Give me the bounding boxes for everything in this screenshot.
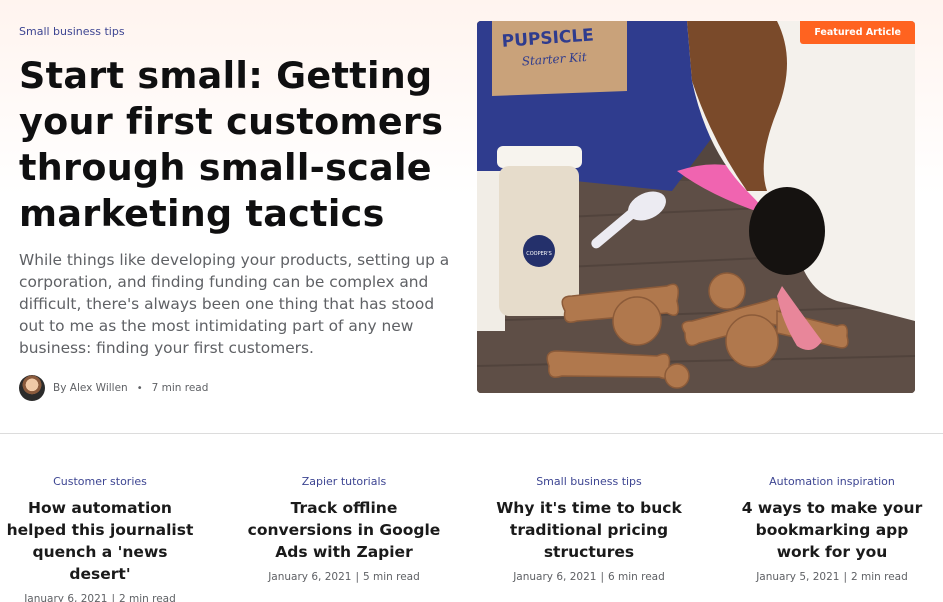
- jar-brand: COOPER'S: [526, 251, 552, 257]
- hero-read-time: 7 min read: [151, 382, 209, 394]
- hero-category-link[interactable]: Small business tips: [19, 25, 125, 38]
- card-meta: January 6, 2021 | 5 min read: [268, 571, 420, 583]
- hero-image[interactable]: PUPSICLE Starter Kit COOPER'S Featured A…: [477, 21, 915, 393]
- article-card[interactable]: Customer stories How automation helped t…: [3, 475, 197, 602]
- featured-article-badge: Featured Article: [800, 21, 915, 44]
- card-read-time: 5 min read: [362, 571, 420, 583]
- byline: By Alex Willen • 7 min read: [19, 375, 459, 401]
- article-card[interactable]: Automation inspiration 4 ways to make yo…: [735, 475, 929, 583]
- card-read-time: 6 min read: [607, 571, 665, 583]
- card-meta: January 6, 2021 | 2 min read: [3, 593, 197, 602]
- card-title[interactable]: Track offline conversions in Google Ads …: [242, 497, 446, 563]
- card-category-link[interactable]: Small business tips: [493, 475, 685, 488]
- card-category-link[interactable]: Zapier tutorials: [242, 475, 446, 488]
- card-title[interactable]: How automation helped this journalist qu…: [3, 497, 197, 585]
- dog-treats-photo: PUPSICLE Starter Kit COOPER'S: [477, 21, 915, 393]
- article-card[interactable]: Zapier tutorials Track offline conversio…: [242, 475, 446, 583]
- card-category-link[interactable]: Customer stories: [3, 475, 197, 488]
- card-read-time: 2 min read: [850, 571, 908, 583]
- card-date: January 6, 2021: [268, 571, 352, 583]
- byline-separator: •: [136, 382, 143, 394]
- card-title[interactable]: Why it's time to buck traditional pricin…: [493, 497, 685, 563]
- card-date: January 6, 2021: [24, 593, 108, 602]
- author-name[interactable]: By Alex Willen: [53, 382, 128, 394]
- hero-description: While things like developing your produc…: [19, 251, 450, 357]
- card-meta: January 5, 2021 | 2 min read: [756, 571, 908, 583]
- card-date: January 6, 2021: [513, 571, 597, 583]
- hero-article: Small business tips Start small: Getting…: [19, 20, 459, 401]
- card-category-link[interactable]: Automation inspiration: [735, 475, 929, 488]
- card-read-time: 2 min read: [118, 593, 176, 602]
- card-title[interactable]: 4 ways to make your bookmarking app work…: [735, 497, 929, 563]
- card-date: January 5, 2021: [756, 571, 840, 583]
- card-meta: January 6, 2021 | 6 min read: [513, 571, 665, 583]
- section-divider: [0, 433, 943, 434]
- hero-title[interactable]: Start small: Getting your first customer…: [19, 53, 459, 237]
- article-card[interactable]: Small business tips Why it's time to buc…: [493, 475, 685, 583]
- author-avatar: [19, 375, 45, 401]
